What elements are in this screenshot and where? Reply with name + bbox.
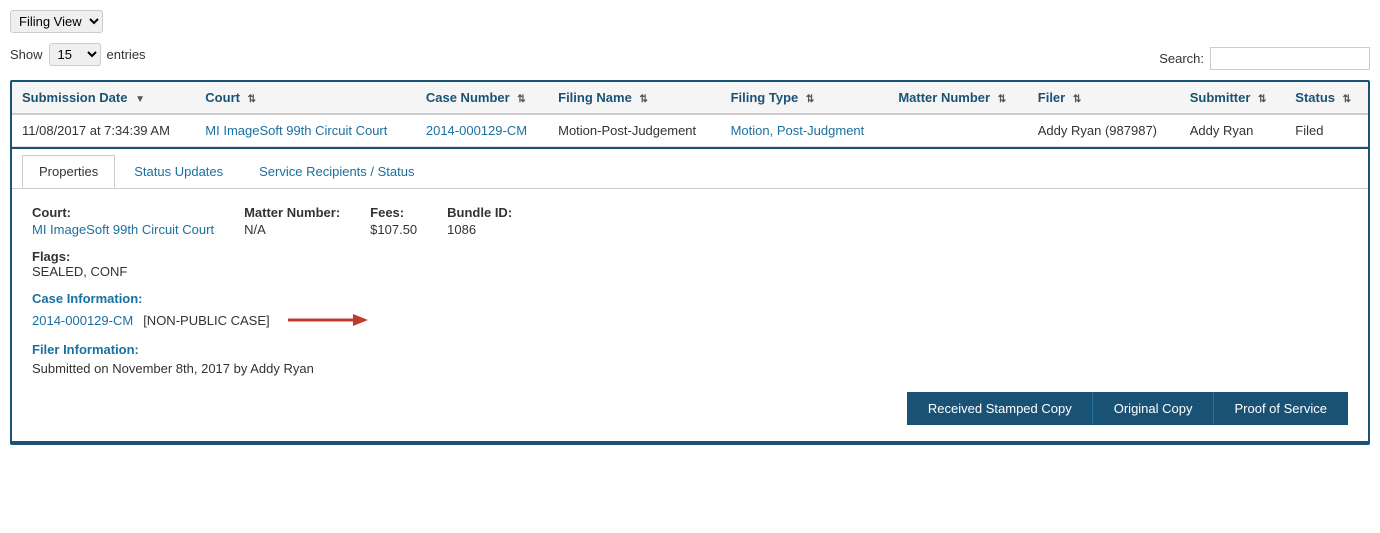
sort-arrow-status: ⇅ — [1343, 94, 1351, 105]
detail-case-number-link[interactable]: 2014-000129-CM — [32, 313, 133, 328]
sort-arrow-court: ⇅ — [248, 94, 256, 105]
cell-filer: Addy Ryan (987987) — [1028, 114, 1180, 147]
main-table-wrapper: Submission Date ▼ Court ⇅ Case Number ⇅ … — [10, 80, 1370, 445]
cell-filing-type: Motion, Post-Judgment — [721, 114, 889, 147]
filer-info-value: Submitted on November 8th, 2017 by Addy … — [32, 361, 1348, 376]
flags-section: Flags: SEALED, CONF — [32, 249, 1348, 279]
matter-number-meta-label: Matter Number: — [244, 205, 340, 220]
search-bar: Search: — [1159, 47, 1370, 70]
cell-status: Filed — [1285, 114, 1368, 147]
detail-court-link[interactable]: MI ImageSoft 99th Circuit Court — [32, 222, 214, 237]
tab-service-recipients[interactable]: Service Recipients / Status — [242, 155, 431, 188]
cell-submitter: Addy Ryan — [1180, 114, 1286, 147]
sort-arrow-filer: ⇅ — [1073, 94, 1081, 105]
entries-select[interactable]: 15 10 25 50 100 — [49, 43, 101, 66]
table-row[interactable]: 11/08/2017 at 7:34:39 AM MI ImageSoft 99… — [12, 114, 1368, 147]
red-arrow-indicator — [288, 310, 368, 330]
tab-properties[interactable]: Properties — [22, 155, 115, 188]
flags-label: Flags: — [32, 249, 1348, 264]
detail-meta: Court: MI ImageSoft 99th Circuit Court M… — [32, 205, 1348, 237]
search-input[interactable] — [1210, 47, 1370, 70]
matter-number-meta-group: Matter Number: N/A — [244, 205, 340, 237]
cell-submission-date: 11/08/2017 at 7:34:39 AM — [12, 114, 195, 147]
detail-row: Properties Status Updates Service Recipi… — [12, 147, 1368, 443]
table-body: 11/08/2017 at 7:34:39 AM MI ImageSoft 99… — [12, 114, 1368, 442]
sort-arrow-submission-date: ▼ — [135, 94, 145, 105]
case-info-section: Case Information: 2014-000129-CM [NON-PU… — [32, 291, 1348, 330]
tab-status-updates[interactable]: Status Updates — [117, 155, 240, 188]
action-buttons: Received Stamped Copy Original Copy Proo… — [32, 392, 1348, 425]
fees-meta-value: $107.50 — [370, 222, 417, 237]
original-copy-button[interactable]: Original Copy — [1093, 392, 1214, 425]
col-status[interactable]: Status ⇅ — [1285, 82, 1368, 114]
cell-case-number: 2014-000129-CM — [416, 114, 548, 147]
col-matter-number[interactable]: Matter Number ⇅ — [888, 82, 1027, 114]
cell-court: MI ImageSoft 99th Circuit Court — [195, 114, 416, 147]
court-meta-label: Court: — [32, 205, 214, 220]
filing-type-link[interactable]: Motion, Post-Judgment — [731, 123, 865, 138]
sort-arrow-filing-name: ⇅ — [639, 94, 647, 105]
bundle-id-meta-group: Bundle ID: 1086 — [447, 205, 512, 237]
show-label: Show — [10, 47, 43, 62]
sort-arrow-case-number: ⇅ — [517, 94, 525, 105]
received-stamped-copy-button[interactable]: Received Stamped Copy — [907, 392, 1093, 425]
fees-meta-group: Fees: $107.50 — [370, 205, 417, 237]
filing-view-select[interactable]: Filing View — [10, 10, 103, 33]
detail-tabs: Properties Status Updates Service Recipi… — [12, 149, 1368, 189]
cell-filing-name: Motion-Post-Judgement — [548, 114, 720, 147]
bundle-id-meta-label: Bundle ID: — [447, 205, 512, 220]
top-bar: Filing View — [10, 10, 1370, 33]
entries-suffix: entries — [107, 47, 146, 62]
non-public-text: [NON-PUBLIC CASE] — [143, 313, 269, 328]
fees-meta-label: Fees: — [370, 205, 417, 220]
col-filing-type[interactable]: Filing Type ⇅ — [721, 82, 889, 114]
case-number-link[interactable]: 2014-000129-CM — [426, 123, 527, 138]
filings-table: Submission Date ▼ Court ⇅ Case Number ⇅ … — [12, 82, 1368, 443]
col-case-number[interactable]: Case Number ⇅ — [416, 82, 548, 114]
matter-number-meta-value: N/A — [244, 222, 340, 237]
col-court[interactable]: Court ⇅ — [195, 82, 416, 114]
show-entries-container: Show 15 10 25 50 100 entries — [10, 43, 146, 66]
proof-of-service-button[interactable]: Proof of Service — [1214, 392, 1349, 425]
case-info-label: Case Information: — [32, 291, 1348, 306]
filer-info-label: Filer Information: — [32, 342, 1348, 357]
search-label: Search: — [1159, 51, 1204, 66]
controls-row: Show 15 10 25 50 100 entries Search: — [10, 43, 1370, 74]
flags-value: SEALED, CONF — [32, 264, 1348, 279]
filer-section: Filer Information: Submitted on November… — [32, 342, 1348, 376]
detail-cell: Properties Status Updates Service Recipi… — [12, 147, 1368, 443]
detail-panel: Properties Status Updates Service Recipi… — [12, 147, 1368, 441]
cell-matter-number — [888, 114, 1027, 147]
table-header: Submission Date ▼ Court ⇅ Case Number ⇅ … — [12, 82, 1368, 114]
properties-content: Court: MI ImageSoft 99th Circuit Court M… — [12, 189, 1368, 441]
court-link[interactable]: MI ImageSoft 99th Circuit Court — [205, 123, 387, 138]
col-filer[interactable]: Filer ⇅ — [1028, 82, 1180, 114]
sort-arrow-submitter: ⇅ — [1258, 94, 1266, 105]
sort-arrow-matter-number: ⇅ — [998, 94, 1006, 105]
filing-view-container: Filing View — [10, 10, 103, 33]
col-filing-name[interactable]: Filing Name ⇅ — [548, 82, 720, 114]
col-submitter[interactable]: Submitter ⇅ — [1180, 82, 1286, 114]
court-meta-value: MI ImageSoft 99th Circuit Court — [32, 222, 214, 237]
court-meta-group: Court: MI ImageSoft 99th Circuit Court — [32, 205, 214, 237]
col-submission-date[interactable]: Submission Date ▼ — [12, 82, 195, 114]
bundle-id-meta-value: 1086 — [447, 222, 512, 237]
sort-arrow-filing-type: ⇅ — [806, 94, 814, 105]
case-info-row: 2014-000129-CM [NON-PUBLIC CASE] — [32, 310, 1348, 330]
